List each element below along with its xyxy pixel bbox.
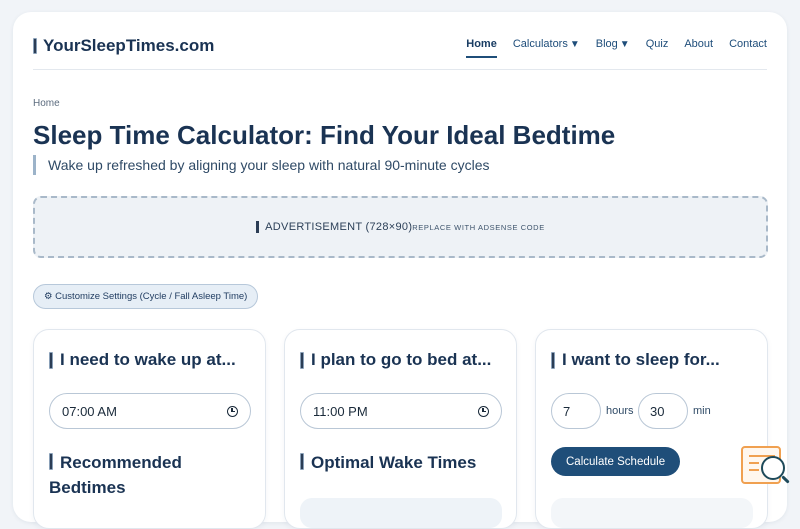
ad-label-text: ADVERTISEMENT (728×90) xyxy=(265,221,413,233)
nav-about[interactable]: About xyxy=(684,38,713,58)
document-line xyxy=(749,462,759,464)
bedtime-card-title: I plan to go to bed at... xyxy=(300,350,491,370)
magnifier-handle xyxy=(781,475,790,484)
breadcrumb[interactable]: Home xyxy=(33,98,60,109)
duration-card-title: I want to sleep for... xyxy=(551,350,720,370)
nav-quiz[interactable]: Quiz xyxy=(646,38,669,58)
ad-icon xyxy=(256,221,260,233)
recommended-bedtimes-text: Recommended Bedtimes xyxy=(49,453,182,497)
bookmark-icon xyxy=(49,453,53,470)
site-header: YourSleepTimes.com Home Calculators ▼ Blo… xyxy=(33,12,767,70)
page-subtitle: Wake up refreshed by aligning your sleep… xyxy=(33,155,490,175)
minutes-input[interactable]: 30 xyxy=(638,393,688,429)
clock-icon[interactable] xyxy=(478,405,489,417)
chevron-down-icon: ▼ xyxy=(569,39,580,50)
hours-unit-label: hours xyxy=(606,405,634,417)
bed-time-input[interactable]: 11:00 PM xyxy=(300,393,502,429)
wake-up-card: I need to wake up at... 07:00 AM Recomme… xyxy=(33,329,266,529)
bookmark-icon xyxy=(300,351,304,369)
main-nav: Home Calculators ▼ Blog ▼ Quiz About Conta… xyxy=(450,38,767,58)
hours-input[interactable]: 7 xyxy=(551,393,601,429)
customize-settings-button[interactable]: ⚙ Customize Settings (Cycle / Fall Aslee… xyxy=(33,284,259,309)
bedtime-card: I plan to go to bed at... 11:00 PM Optim… xyxy=(284,329,517,529)
nav-calculators-label: Calculators xyxy=(512,38,568,50)
ad-label: ADVERTISEMENT (728×90) xyxy=(256,221,412,233)
wake-up-card-title: I need to wake up at... xyxy=(49,350,236,370)
ad-sub-label: Replace with AdSense code xyxy=(412,222,545,232)
duration-title-text: I want to sleep for... xyxy=(562,350,720,369)
nav-calculators[interactable]: Calculators ▼ xyxy=(513,38,580,58)
schedule-results xyxy=(551,498,753,528)
duration-card: I want to sleep for... 7 hours 30 min Ca… xyxy=(535,329,768,529)
wake-times-results xyxy=(300,498,502,528)
logo-icon xyxy=(33,38,37,54)
page-container: YourSleepTimes.com Home Calculators ▼ Blo… xyxy=(13,12,787,529)
nav-contact[interactable]: Contact xyxy=(729,38,767,58)
optimal-wake-times-text: Optimal Wake Times xyxy=(311,453,477,472)
wake-up-title-text: I need to wake up at... xyxy=(60,350,236,369)
search-help-widget[interactable] xyxy=(741,444,791,488)
clock-icon[interactable] xyxy=(227,405,238,417)
document-line xyxy=(749,469,759,471)
chevron-down-icon: ▼ xyxy=(619,39,630,50)
calculate-schedule-button[interactable]: Calculate Schedule xyxy=(551,447,681,476)
bedtime-title-text: I plan to go to bed at... xyxy=(311,350,492,369)
advertisement-banner: ADVERTISEMENT (728×90) Replace with AdSe… xyxy=(33,196,768,258)
optimal-wake-times-heading: Optimal Wake Times xyxy=(300,450,500,475)
page-title: Sleep Time Calculator: Find Your Ideal B… xyxy=(33,120,616,150)
wake-time-value: 07:00 AM xyxy=(62,403,117,419)
nav-blog[interactable]: Blog ▼ xyxy=(596,38,630,58)
minutes-unit-label: min xyxy=(693,405,711,417)
bookmark-icon xyxy=(300,453,304,470)
nav-home[interactable]: Home xyxy=(466,38,497,58)
recommended-bedtimes-heading: Recommended Bedtimes xyxy=(49,450,249,500)
site-logo[interactable]: YourSleepTimes.com xyxy=(33,36,214,56)
logo-text: YourSleepTimes.com xyxy=(43,36,215,55)
bookmark-icon xyxy=(551,351,555,369)
wake-time-input[interactable]: 07:00 AM xyxy=(49,393,251,429)
nav-blog-label: Blog xyxy=(595,38,618,50)
bookmark-icon xyxy=(49,351,53,369)
bed-time-value: 11:00 PM xyxy=(313,403,368,419)
